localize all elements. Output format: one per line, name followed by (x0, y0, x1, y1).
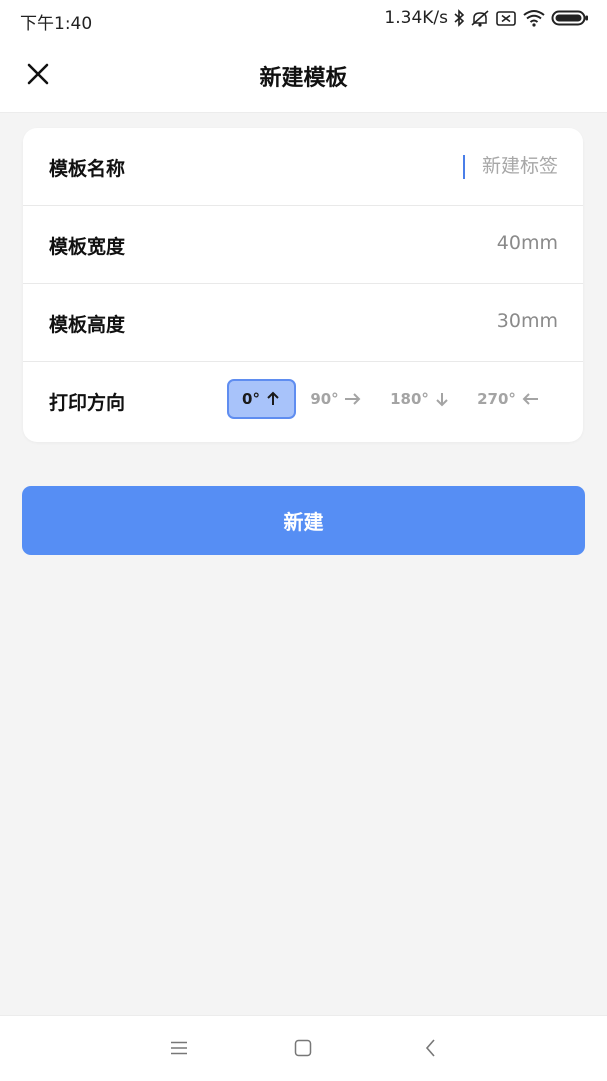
orientation-label: 180° (390, 390, 429, 408)
create-button[interactable]: 新建 (22, 486, 585, 555)
status-time: 下午1:40 (20, 14, 93, 34)
menu-icon (169, 1040, 189, 1060)
page-title: 新建模板 (259, 66, 348, 91)
print-orientation-label: 打印方向 (49, 392, 126, 414)
template-height-label: 模板高度 (49, 314, 126, 336)
template-width-row[interactable]: 模板宽度 40mm (23, 206, 583, 284)
home-button[interactable] (289, 1036, 317, 1064)
template-form-card: 模板名称 模板宽度 40mm 模板高度 30mm 打印方向 0° 90° (23, 128, 583, 442)
alarm-off-icon (470, 9, 490, 27)
template-name-row: 模板名称 (23, 128, 583, 206)
arrow-left-icon (521, 391, 539, 407)
orientation-option-270[interactable]: 270° (464, 379, 552, 419)
sim-icon (495, 9, 517, 27)
template-name-label: 模板名称 (49, 158, 126, 180)
template-name-input[interactable] (318, 150, 558, 182)
wifi-icon (522, 9, 546, 27)
orientation-selector: 0° 90° 180° 270° (227, 379, 552, 419)
orientation-label: 90° (310, 390, 339, 408)
orientation-label: 270° (477, 390, 516, 408)
template-width-value[interactable]: 40mm (497, 232, 558, 254)
template-width-label: 模板宽度 (49, 236, 126, 258)
back-icon (424, 1038, 438, 1062)
back-button[interactable] (417, 1036, 445, 1064)
arrow-up-icon (265, 391, 281, 407)
menu-button[interactable] (165, 1036, 193, 1064)
arrow-down-icon (434, 391, 450, 407)
orientation-option-90[interactable]: 90° (296, 379, 376, 419)
template-height-value[interactable]: 30mm (497, 310, 558, 332)
arrow-right-icon (344, 391, 362, 407)
system-nav-bar (0, 1015, 607, 1081)
orientation-option-0[interactable]: 0° (227, 379, 296, 419)
bluetooth-icon (453, 9, 465, 27)
orientation-option-180[interactable]: 180° (376, 379, 464, 419)
template-height-row[interactable]: 模板高度 30mm (23, 284, 583, 362)
status-bar: 下午1:40 1.34K/s (0, 0, 607, 40)
orientation-label: 0° (242, 390, 260, 408)
network-speed: 1.34K/s (384, 8, 448, 28)
print-orientation-row: 打印方向 0° 90° 180° 270° (23, 362, 583, 440)
battery-icon (551, 9, 589, 27)
home-icon (293, 1038, 313, 1062)
header: 新建模板 (0, 40, 607, 113)
status-icons: 1.34K/s (384, 8, 589, 28)
